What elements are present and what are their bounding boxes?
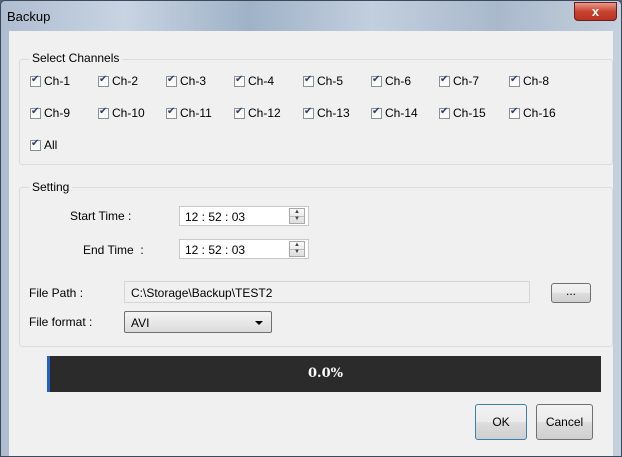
checkbox-box[interactable] [303,106,314,119]
spin-down-icon[interactable]: ▼ [290,249,304,256]
window-title: Backup [7,9,51,24]
start-time-field[interactable]: 12 : 52 : 03 ▲ ▼ [179,206,309,226]
checkbox-ch-1[interactable]: Ch-1 [30,73,70,89]
start-time-value: 12 : 52 : 03 [185,210,246,224]
checkbox-label: Ch-16 [523,106,556,120]
checkbox-label: Ch-15 [453,106,486,120]
checkbox-ch-5[interactable]: Ch-5 [303,73,343,89]
checkbox-box[interactable] [371,106,382,119]
checkbox-all-box[interactable] [30,138,41,151]
start-time-spinner[interactable]: ▲ ▼ [289,208,305,224]
title-bar[interactable]: Backup x [1,1,621,31]
close-icon: x [591,4,600,19]
checkbox-all-label: All [44,138,58,152]
backup-dialog: Backup x Select Channels All Setting Sta… [0,0,622,457]
checkbox-label: Ch-10 [112,106,145,120]
checkbox-box[interactable] [303,74,314,87]
browse-button[interactable]: ... [551,283,591,303]
select-channels-label: Select Channels [29,51,123,65]
checkbox-label: Ch-9 [44,106,71,120]
checkbox-box[interactable] [234,106,245,119]
checkbox-ch-4[interactable]: Ch-4 [234,73,274,89]
checkbox-ch-14[interactable]: Ch-14 [371,105,418,121]
ok-label: OK [492,415,510,429]
checkbox-ch-13[interactable]: Ch-13 [303,105,350,121]
progress-text: 0.0% [308,366,343,381]
checkbox-ch-3[interactable]: Ch-3 [166,73,206,89]
checkbox-ch-12[interactable]: Ch-12 [234,105,281,121]
end-time-value: 12 : 52 : 03 [185,243,246,257]
cancel-button[interactable]: Cancel [536,404,593,440]
checkbox-label: Ch-8 [523,74,550,88]
checkbox-ch-16[interactable]: Ch-16 [509,105,556,121]
checkbox-box[interactable] [509,74,520,87]
checkbox-box[interactable] [166,106,177,119]
checkbox-ch-15[interactable]: Ch-15 [439,105,486,121]
end-time-spinner[interactable]: ▲ ▼ [289,241,305,257]
checkbox-label: Ch-4 [248,74,275,88]
checkbox-ch-2[interactable]: Ch-2 [98,73,138,89]
checkbox-box[interactable] [30,74,41,87]
checkbox-label: Ch-12 [248,106,281,120]
browse-label: ... [565,284,576,298]
checkbox-box[interactable] [439,106,450,119]
file-path-label: File Path : [29,286,84,300]
end-time-label: End Time : [83,243,144,257]
chevron-down-icon [255,321,263,325]
checkbox-ch-10[interactable]: Ch-10 [98,105,145,121]
checkbox-label: Ch-5 [317,74,344,88]
setting-label: Setting [29,180,73,194]
checkbox-box[interactable] [98,106,109,119]
file-format-label: File format : [29,315,93,329]
file-path-value: C:\Storage\Backup\TEST2 [131,286,273,300]
checkbox-box[interactable] [509,106,520,119]
checkbox-all[interactable]: All [30,137,57,153]
dialog-body: Select Channels All Setting Start Time :… [9,31,613,456]
checkbox-box[interactable] [98,74,109,87]
checkbox-label: Ch-1 [44,74,71,88]
checkbox-ch-11[interactable]: Ch-11 [166,105,212,121]
checkbox-box[interactable] [371,74,382,87]
checkbox-label: Ch-11 [180,106,212,120]
checkbox-box[interactable] [439,74,450,87]
checkbox-label: Ch-7 [453,74,480,88]
backup-progress-bar: 0.0% [47,356,601,392]
checkbox-label: Ch-13 [317,106,350,120]
ok-button[interactable]: OK [475,404,527,440]
file-format-select[interactable]: AVI [124,311,272,333]
start-time-label: Start Time : [70,209,132,223]
checkbox-ch-8[interactable]: Ch-8 [509,73,549,89]
end-time-field[interactable]: 12 : 52 : 03 ▲ ▼ [179,239,309,259]
file-path-field[interactable]: C:\Storage\Backup\TEST2 [124,281,530,303]
checkbox-label: Ch-14 [385,106,418,120]
checkbox-box[interactable] [30,106,41,119]
checkbox-ch-6[interactable]: Ch-6 [371,73,411,89]
checkbox-label: Ch-3 [180,74,207,88]
checkbox-ch-7[interactable]: Ch-7 [439,73,479,89]
checkbox-label: Ch-6 [385,74,412,88]
file-format-value: AVI [131,316,150,330]
checkbox-box[interactable] [166,74,177,87]
checkbox-ch-9[interactable]: Ch-9 [30,105,70,121]
checkbox-box[interactable] [234,74,245,87]
spin-down-icon[interactable]: ▼ [290,216,304,223]
close-button[interactable]: x [574,2,617,21]
cancel-label: Cancel [545,415,584,429]
checkbox-label: Ch-2 [112,74,139,88]
